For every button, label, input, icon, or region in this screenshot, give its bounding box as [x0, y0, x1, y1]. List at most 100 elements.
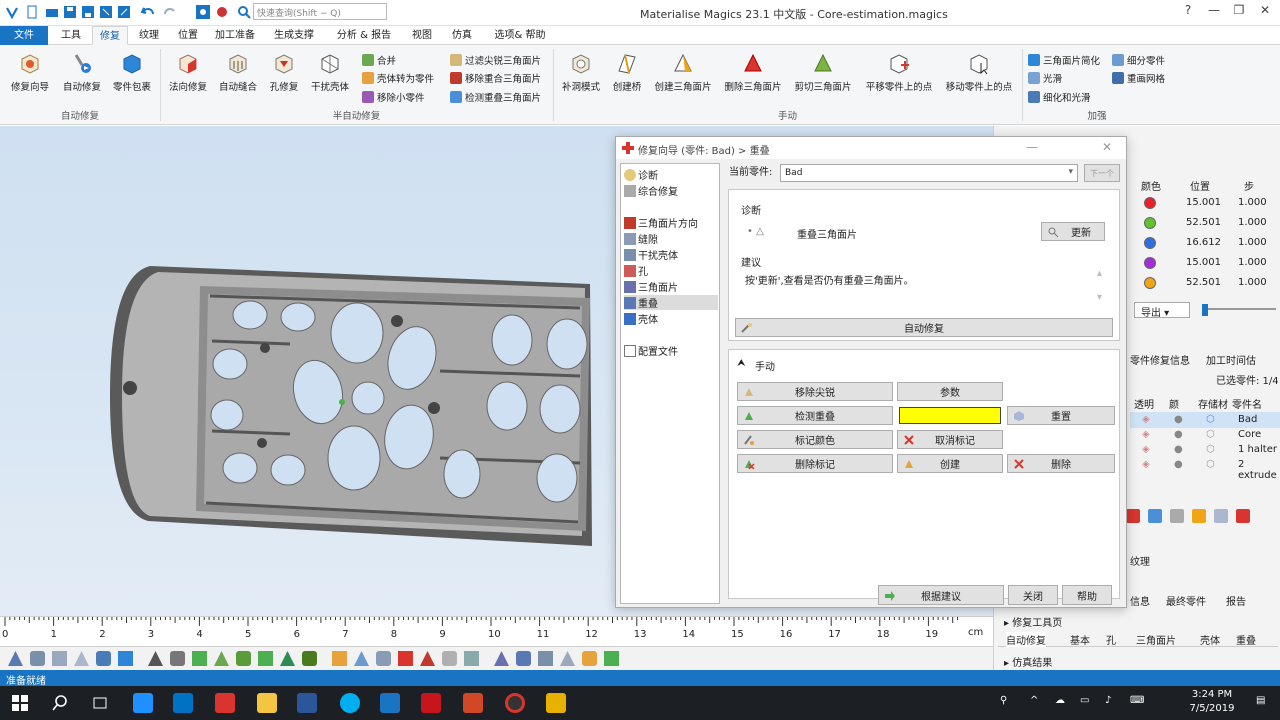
word-icon[interactable]: [297, 693, 317, 713]
view-tool-icon[interactable]: [214, 651, 229, 666]
storage-icon[interactable]: ⬡: [1206, 414, 1215, 425]
save-all-icon[interactable]: [80, 4, 96, 20]
part-tool-icon[interactable]: [1126, 509, 1140, 523]
view-tool-icon[interactable]: [494, 651, 509, 666]
step-value[interactable]: 1.000: [1238, 277, 1267, 288]
people-icon[interactable]: ⚲: [1000, 695, 1007, 706]
save-copy-icon[interactable]: [98, 4, 114, 20]
part-tool-icon[interactable]: [1148, 509, 1162, 523]
triangle-reduction-button[interactable]: 三角面片简化: [1028, 51, 1100, 68]
tab-options-help[interactable]: 选项& 帮助: [488, 26, 552, 45]
position-value[interactable]: 52.501: [1186, 277, 1221, 288]
tab-build-prep[interactable]: 加工准备: [209, 26, 261, 45]
undo-icon[interactable]: [140, 4, 156, 20]
nav-triangles[interactable]: 三角面片: [624, 279, 718, 294]
tab-texture[interactable]: 纹理: [131, 26, 167, 45]
storage-icon[interactable]: ⬡: [1206, 459, 1215, 470]
delete-mark-button[interactable]: 删除标记: [737, 454, 893, 473]
tab-simulation[interactable]: 仿真: [444, 26, 480, 45]
dialog-minimize-button[interactable]: —: [1026, 140, 1038, 154]
tab-overlap[interactable]: 重叠: [1236, 632, 1256, 647]
onedrive-icon[interactable]: ☁: [1055, 695, 1065, 706]
magics-taskbar-icon[interactable]: [380, 693, 400, 713]
parameters-button[interactable]: 参数: [897, 382, 1003, 401]
color-swatch[interactable]: [1144, 197, 1156, 209]
notifications-icon[interactable]: ▤: [1256, 695, 1265, 706]
view-tool-icon[interactable]: [258, 651, 273, 666]
part-name[interactable]: 1 halter: [1238, 444, 1277, 455]
update-button[interactable]: 更新: [1041, 222, 1105, 241]
tab-part-fix-info[interactable]: 零件修复信息: [1130, 352, 1190, 367]
create-bridge-button[interactable]: 创建桥: [606, 49, 648, 105]
view-tool-icon[interactable]: [442, 651, 457, 666]
view-tool-icon[interactable]: [148, 651, 163, 666]
transparency-icon[interactable]: ◈: [1142, 459, 1150, 470]
keyboard-icon[interactable]: ⌨: [1130, 695, 1144, 706]
edge-browser-icon[interactable]: [133, 693, 153, 713]
view-tool-icon[interactable]: [332, 651, 347, 666]
view-tool-icon[interactable]: [192, 651, 207, 666]
nav-gaps[interactable]: 缝隙: [624, 231, 718, 246]
powerpoint-icon[interactable]: [463, 693, 483, 713]
scroll-down-icon[interactable]: ▾: [1097, 292, 1102, 303]
nav-holes[interactable]: 孔: [624, 263, 718, 278]
view-icon[interactable]: [195, 4, 211, 20]
view-tool-icon[interactable]: [236, 651, 251, 666]
stitch-button[interactable]: 自动缝合: [214, 49, 262, 105]
position-value[interactable]: 15.001: [1186, 257, 1221, 268]
delete-button[interactable]: 删除: [1007, 454, 1115, 473]
hole-fix-button[interactable]: 孔修复: [264, 49, 304, 105]
view-tool-icon[interactable]: [74, 651, 89, 666]
tab-support[interactable]: 生成支撑: [266, 26, 322, 45]
tab-view[interactable]: 视图: [404, 26, 440, 45]
network-icon[interactable]: ▭: [1080, 695, 1089, 706]
nav-normals[interactable]: 三角面片方向: [624, 215, 718, 230]
cut-triangle-button[interactable]: 剪切三角面片: [790, 49, 856, 105]
search-icon[interactable]: [236, 4, 252, 20]
storage-icon[interactable]: ⬡: [1206, 429, 1215, 440]
view-tool-icon[interactable]: [302, 651, 317, 666]
remove-double-triangles-button[interactable]: 移除重合三角面片: [450, 69, 541, 86]
export-dropdown[interactable]: 导出 ▾: [1134, 302, 1190, 319]
position-value[interactable]: 15.001: [1186, 197, 1221, 208]
view-tool-icon[interactable]: [376, 651, 391, 666]
part-tool-icon[interactable]: [1192, 509, 1206, 523]
transparency-icon[interactable]: ◈: [1142, 429, 1150, 440]
remove-small-parts-button[interactable]: 移除小零件: [362, 88, 425, 105]
auto-fix-button[interactable]: 自动修复: [58, 49, 106, 105]
color-swatch[interactable]: [1144, 217, 1156, 229]
view-tool-icon[interactable]: [52, 651, 67, 666]
unmark-button[interactable]: 取消标记: [897, 430, 1003, 449]
part-name[interactable]: 2 extrude: [1238, 459, 1280, 481]
nav-shells[interactable]: 壳体: [624, 311, 718, 326]
color-swatch[interactable]: [1144, 237, 1156, 249]
clock-time[interactable]: 3:24 PM: [1182, 689, 1242, 700]
normal-fix-button[interactable]: 法向修复: [164, 49, 212, 105]
close-button[interactable]: ✕: [1252, 3, 1278, 21]
create-triangle-button[interactable]: 创建三角面片: [650, 49, 716, 105]
next-part-button[interactable]: 下一个: [1084, 164, 1120, 182]
transparency-icon[interactable]: ◈: [1142, 414, 1150, 425]
translate-point-button[interactable]: 平移零件上的点: [860, 49, 938, 105]
tab-file[interactable]: 文件: [0, 26, 48, 45]
delete-triangle-button[interactable]: 删除三角面片: [720, 49, 786, 105]
remesh-button[interactable]: 重画网格: [1112, 69, 1165, 86]
view-tool-icon[interactable]: [516, 651, 531, 666]
redo-icon[interactable]: [162, 4, 178, 20]
nav-profile[interactable]: 配置文件: [624, 343, 718, 358]
view-tool-icon[interactable]: [464, 651, 479, 666]
noise-shells-button[interactable]: 干扰壳体: [306, 49, 354, 105]
dialog-close-button[interactable]: ✕: [1102, 140, 1112, 154]
app-red-icon[interactable]: [215, 693, 235, 713]
open-file-icon[interactable]: [44, 4, 60, 20]
tab-auto-fix[interactable]: 自动修复: [1006, 632, 1046, 647]
nav-overlap[interactable]: 重叠: [624, 295, 718, 310]
view-tool-icon[interactable]: [582, 651, 597, 666]
current-part-select[interactable]: Bad ▾: [780, 164, 1078, 182]
selected-part-row[interactable]: [1130, 412, 1280, 428]
part-color-icon[interactable]: ●: [1174, 444, 1183, 455]
help-button[interactable]: 帮助: [1062, 585, 1112, 605]
slider-thumb[interactable]: [1202, 304, 1208, 316]
create-button[interactable]: 创建: [897, 454, 1003, 473]
recorder-icon[interactable]: [505, 693, 525, 713]
